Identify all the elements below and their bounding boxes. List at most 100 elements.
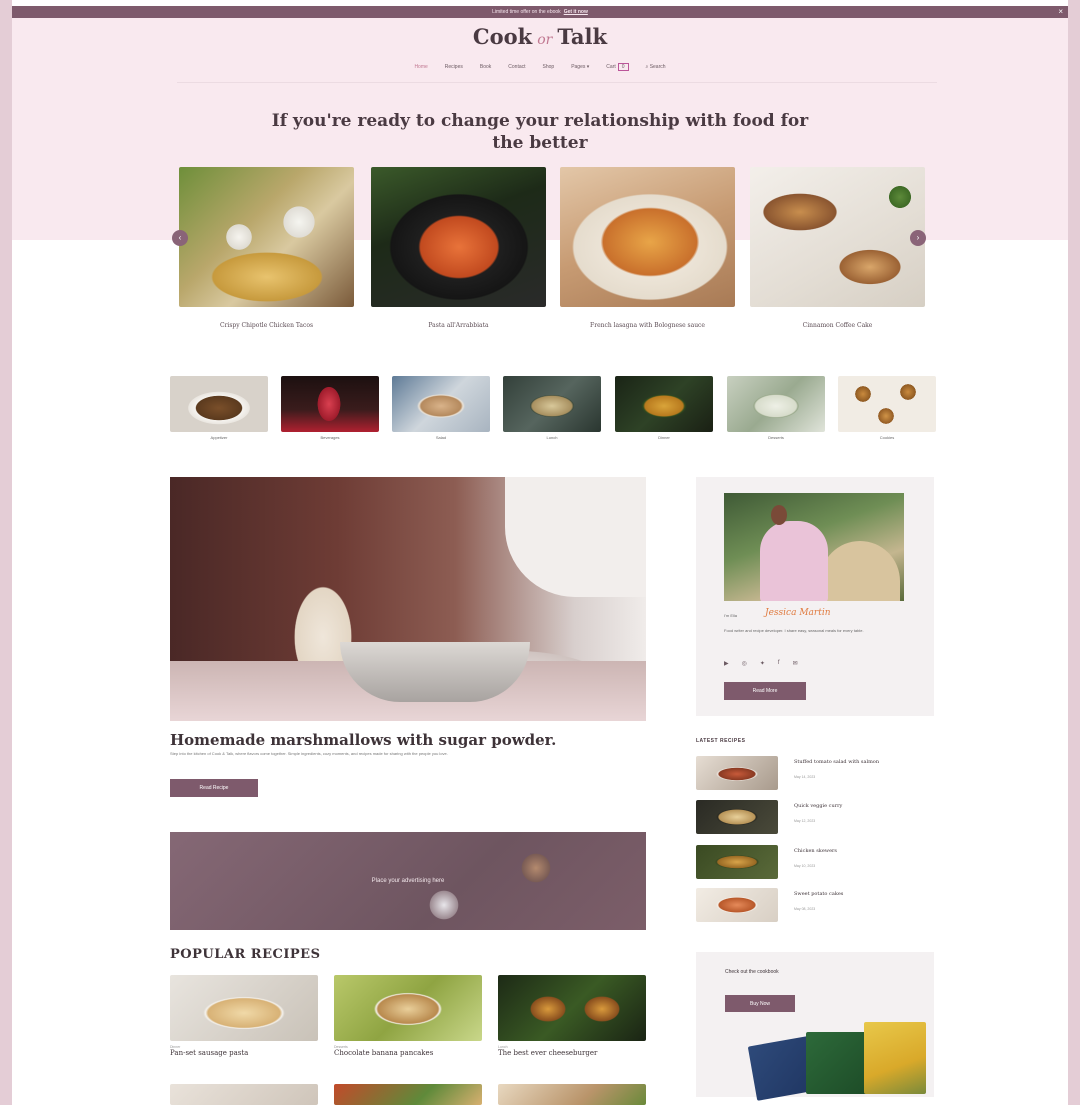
popular-card[interactable]: Dinner Pan-set sausage pasta: [170, 975, 318, 1057]
category-label: Appetizer: [210, 435, 228, 440]
buy-now-button[interactable]: Buy Now: [725, 995, 795, 1012]
nav-item-cart[interactable]: Cart 0: [606, 63, 629, 71]
latest-recipe-date: May 08, 2023: [794, 907, 816, 911]
instagram-icon[interactable]: ◎: [742, 660, 747, 667]
latest-recipe-item[interactable]: Chicken skewers May 10, 2023: [696, 845, 934, 879]
popular-image[interactable]: [170, 1084, 318, 1105]
featured-title[interactable]: Homemade marshmallows with sugar powder.: [170, 731, 646, 749]
main-nav: Home Recipes Book Contact Shop Pages ▾ C…: [12, 63, 1068, 71]
nav-item-home[interactable]: Home: [414, 64, 427, 70]
category-image: [727, 376, 825, 432]
nav-item-recipes[interactable]: Recipes: [445, 64, 463, 70]
read-more-button[interactable]: Read More: [724, 682, 806, 700]
facebook-icon[interactable]: f: [778, 660, 780, 667]
chevron-left-icon: ‹: [178, 233, 182, 242]
category-label: Lunch: [546, 435, 558, 440]
carousel-title: Pasta all'Arrabbiata: [428, 322, 489, 329]
ad-text: Place your advertising here: [371, 878, 445, 884]
category-label: Cookies: [879, 435, 895, 440]
logo-word-talk: Talk: [557, 24, 608, 49]
carousel-card[interactable]: Crispy Chipotle Chicken Tacos: [179, 167, 354, 330]
category-label: Beverages: [320, 435, 340, 440]
carousel-title: French lasagna with Bolognese sauce: [590, 322, 705, 329]
featured-excerpt: Step into the kitchen of Cook & Talk, wh…: [170, 751, 448, 756]
latest-recipe-item[interactable]: Stuffed tomato salad with salmon May 14,…: [696, 756, 934, 790]
popular-image[interactable]: [334, 1084, 482, 1105]
latest-recipe-item[interactable]: Quick veggie curry May 12, 2023: [696, 800, 934, 834]
category-image: [392, 376, 490, 432]
hand-shape: [505, 477, 646, 597]
nav-item-book[interactable]: Book: [480, 64, 491, 70]
category-tile[interactable]: Lunch: [503, 376, 601, 440]
latest-recipe-title: Chicken skewers: [794, 848, 837, 854]
popular-title: Pan-set sausage pasta: [170, 1049, 249, 1057]
category-tile[interactable]: Salad: [392, 376, 490, 440]
latest-recipe-title: Sweet potato cakes: [794, 891, 844, 897]
carousel-image: [750, 167, 925, 307]
site-logo[interactable]: Cook or Talk: [12, 24, 1068, 49]
category-tile[interactable]: Cookies: [838, 376, 936, 440]
read-more-label: Read More: [752, 688, 778, 694]
author-greeting: I'm Ella: [724, 613, 737, 618]
carousel-card[interactable]: French lasagna with Bolognese sauce: [560, 167, 735, 330]
announcement-bar: Limited time offer on the ebook Get it n…: [12, 6, 1068, 18]
twitter-icon[interactable]: ✦: [760, 660, 765, 667]
email-icon[interactable]: ✉: [793, 660, 798, 667]
carousel-card[interactable]: Cinnamon Coffee Cake: [750, 167, 925, 330]
category-tile[interactable]: Appetizer: [170, 376, 268, 440]
announcement-link[interactable]: Get it now: [564, 9, 588, 15]
popular-image[interactable]: [498, 1084, 646, 1105]
author-signature: Jessica Martin: [765, 608, 831, 618]
carousel-title: Cinnamon Coffee Cake: [802, 322, 873, 329]
featured-image[interactable]: [170, 477, 646, 721]
hero-headline-text: If you're ready to change your relations…: [271, 111, 809, 153]
popular-image: [334, 975, 482, 1041]
latest-recipe-date: May 14, 2023: [794, 775, 816, 779]
buy-now-label: Buy Now: [749, 1000, 770, 1007]
category-tile[interactable]: Desserts: [727, 376, 825, 440]
latest-recipes-heading: LATEST RECIPES: [696, 738, 746, 744]
latest-recipe-image: [696, 800, 778, 834]
carousel-next-button[interactable]: ›: [910, 230, 926, 246]
popular-card[interactable]: Desserts Chocolate banana pancakes: [334, 975, 482, 1057]
close-icon[interactable]: ×: [1058, 7, 1063, 16]
category-image: [615, 376, 713, 432]
ad-banner[interactable]: Place your advertising here: [170, 832, 646, 930]
social-links: ▶ ◎ ✦ f ✉: [724, 660, 798, 667]
bowl-shape: [340, 642, 530, 702]
carousel-image: [560, 167, 735, 307]
category-tile[interactable]: Dinner: [615, 376, 713, 440]
carousel-card[interactable]: Pasta all'Arrabbiata: [371, 167, 546, 330]
popular-card[interactable]: Lunch The best ever cheeseburger: [498, 975, 646, 1057]
read-recipe-label: Read Recipe: [199, 785, 229, 791]
read-recipe-button[interactable]: Read Recipe: [170, 779, 258, 797]
category-image: [838, 376, 936, 432]
category-label: Salad: [435, 435, 447, 440]
nav-item-contact[interactable]: Contact: [508, 64, 525, 70]
youtube-icon[interactable]: ▶: [724, 660, 729, 667]
logo-ampersand: or: [537, 32, 553, 48]
category-tile[interactable]: Beverages: [281, 376, 379, 440]
cookbook-cover: [864, 1022, 926, 1094]
head-shape: [771, 505, 787, 525]
carousel-image: [371, 167, 546, 307]
person-shape: [760, 521, 828, 601]
cookbook-text: Check out the cookbook: [725, 969, 779, 975]
popular-image: [498, 975, 646, 1041]
popular-image: [170, 975, 318, 1041]
latest-recipe-date: May 10, 2023: [794, 864, 816, 868]
carousel-prev-button[interactable]: ‹: [172, 230, 188, 246]
announcement-text: Limited time offer on the ebook: [492, 9, 561, 15]
latest-recipe-date: May 12, 2023: [794, 819, 816, 823]
nav-item-pages[interactable]: Pages ▾: [571, 64, 589, 70]
nav-item-shop[interactable]: Shop: [543, 64, 555, 70]
latest-recipe-title: Quick veggie curry: [794, 803, 843, 809]
latest-recipe-image: [696, 756, 778, 790]
page: Limited time offer on the ebook Get it n…: [12, 0, 1068, 1105]
cart-label: Cart: [606, 64, 616, 70]
latest-recipe-item[interactable]: Sweet potato cakes May 08, 2023: [696, 888, 934, 922]
latest-recipe-title: Stuffed tomato salad with salmon: [794, 759, 880, 765]
search-link[interactable]: ⌕ Search: [646, 64, 666, 70]
popular-title: The best ever cheeseburger: [498, 1049, 598, 1057]
latest-recipe-image: [696, 845, 778, 879]
